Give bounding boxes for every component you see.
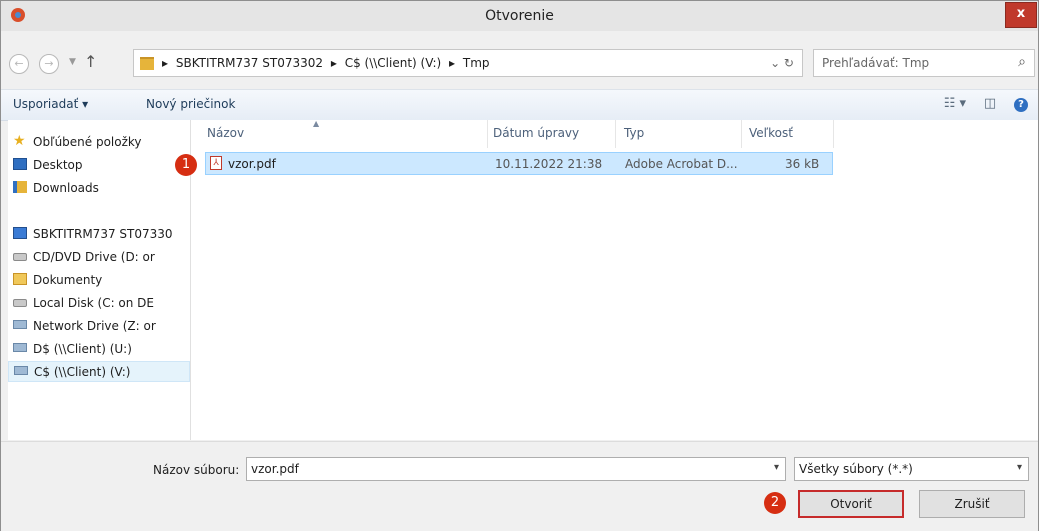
preview-pane-icon[interactable]: ◫ [984, 96, 996, 111]
breadcrumb-separator: ▸ [449, 56, 456, 70]
open-file-dialog: Otvorenie x ← → ▼ ↑ ▸ SBKTITRM737 ST0733… [0, 0, 1039, 531]
chevron-down-icon[interactable]: ▾ [774, 462, 779, 473]
sidebar-item-network-drive-z[interactable]: Network Drive (Z: or [8, 316, 190, 337]
sidebar-item-cd-drive[interactable]: CD/DVD Drive (D: or [8, 247, 190, 268]
breadcrumb-separator: ▸ [330, 56, 337, 70]
file-row[interactable]: ⅄ vzor.pdf 10.11.2022 21:38 Adobe Acroba… [205, 152, 833, 175]
chevron-down-icon[interactable]: ▾ [1017, 462, 1022, 473]
filename-input[interactable]: vzor.pdf ▾ [246, 457, 786, 481]
column-divider[interactable] [833, 120, 834, 148]
sidebar-item-label: Dokumenty [33, 273, 103, 287]
navigation-bar: ← → ▼ ↑ ▸ SBKTITRM737 ST073302 ▸ C$ (\\C… [1, 43, 1038, 89]
file-name-panel: Názov súboru: vzor.pdf ▾ Všetky súbory (… [1, 441, 1038, 531]
column-type[interactable]: Typ [624, 126, 644, 140]
breadcrumb-drive[interactable]: C$ (\\Client) (V:) [345, 56, 441, 70]
window-title: Otvorenie [485, 8, 554, 24]
sidebar-item-downloads[interactable]: Downloads [8, 178, 190, 199]
close-button[interactable]: x [1005, 2, 1037, 28]
breadcrumb-folder[interactable]: Tmp [463, 56, 490, 70]
forward-button[interactable]: → [39, 54, 59, 74]
sidebar-item-local-disk[interactable]: Local Disk (C: on DE [8, 293, 190, 314]
sidebar-item-label: Desktop [33, 158, 83, 172]
filename-value: vzor.pdf [251, 462, 299, 476]
command-toolbar: Usporiadať ▾ Nový priečinok ☷ ▾ ◫ ? [1, 89, 1038, 121]
back-button[interactable]: ← [9, 54, 29, 74]
column-modified[interactable]: Dátum úpravy [493, 126, 579, 140]
view-controls: ☷ ▾ ◫ ? [930, 96, 1028, 112]
sidebar-item-label: Downloads [33, 181, 99, 195]
title-bar: Otvorenie x [1, 1, 1038, 31]
up-arrow-button[interactable]: ↑ [84, 52, 97, 71]
sidebar-item-label: Local Disk (C: on DE [33, 296, 155, 310]
file-size: 36 kB [785, 157, 820, 171]
network-drive-icon [13, 320, 27, 329]
organize-button[interactable]: Usporiadať ▾ [13, 97, 88, 111]
address-bar[interactable]: ▸ SBKTITRM737 ST073302 ▸ C$ (\\Client) (… [133, 49, 803, 77]
cancel-button[interactable]: Zrušiť [919, 490, 1025, 518]
pdf-icon: ⅄ [210, 156, 222, 170]
navigation-pane: ★ Obľúbené položky Desktop Downloads SBK… [8, 120, 191, 440]
star-icon: ★ [13, 133, 26, 149]
column-divider[interactable] [615, 120, 616, 148]
computer-icon [13, 227, 27, 239]
sidebar-item-label: CD/DVD Drive (D: or [33, 250, 155, 264]
refresh-icon[interactable]: ⌄ ↻ [770, 56, 794, 70]
breadcrumb-separator: ▸ [162, 56, 169, 70]
network-drive-icon [14, 366, 28, 375]
open-button[interactable]: Otvoriť [798, 490, 904, 518]
sidebar-item-client-v[interactable]: C$ (\\Client) (V:) [8, 361, 190, 382]
file-list: Názov ▲ Dátum úpravy Typ Veľkosť ⅄ vzor.… [191, 119, 1038, 440]
column-name[interactable]: Názov [207, 126, 244, 140]
sidebar-item-computer[interactable]: SBKTITRM737 ST07330 [8, 224, 190, 245]
column-divider[interactable] [487, 120, 488, 148]
new-folder-button[interactable]: Nový priečinok [146, 97, 235, 111]
desktop-icon [13, 158, 27, 170]
step-marker-2: 2 [764, 492, 786, 514]
sidebar-item-favorites[interactable]: ★ Obľúbené položky [8, 132, 190, 153]
file-type-value: Všetky súbory (*.*) [799, 462, 913, 476]
sidebar-item-label: C$ (\\Client) (V:) [34, 365, 131, 379]
column-size[interactable]: Veľkosť [749, 126, 793, 140]
sidebar-item-label: D$ (\\Client) (U:) [33, 342, 132, 356]
sidebar-item-label: Network Drive (Z: or [33, 319, 156, 333]
file-name: vzor.pdf [228, 157, 276, 171]
folder-icon [140, 57, 154, 70]
sidebar-item-client-u[interactable]: D$ (\\Client) (U:) [8, 339, 190, 360]
cd-drive-icon [13, 253, 27, 261]
search-icon[interactable]: ⌕ [1018, 54, 1026, 70]
search-input[interactable]: Prehľadávať: Tmp ⌕ [813, 49, 1035, 77]
network-drive-icon [13, 343, 27, 352]
history-dropdown-icon[interactable]: ▼ [69, 57, 76, 67]
step-marker-1: 1 [175, 154, 197, 176]
downloads-icon [13, 181, 27, 193]
sort-ascending-icon: ▲ [313, 119, 320, 128]
sidebar-item-label: SBKTITRM737 ST07330 [33, 227, 173, 241]
disk-icon [13, 299, 27, 307]
help-icon[interactable]: ? [1014, 98, 1028, 112]
file-type: Adobe Acrobat D... [625, 157, 738, 171]
filename-label: Názov súboru: [153, 463, 240, 477]
file-modified: 10.11.2022 21:38 [495, 157, 603, 171]
sidebar-item-label: Obľúbené položky [33, 135, 142, 149]
sidebar-item-documents[interactable]: Dokumenty [8, 270, 190, 291]
folder-icon [13, 273, 27, 285]
breadcrumb-computer[interactable]: SBKTITRM737 ST073302 [176, 56, 323, 70]
breadcrumb: ▸ SBKTITRM737 ST073302 ▸ C$ (\\Client) (… [162, 56, 494, 70]
column-divider[interactable] [741, 120, 742, 148]
file-type-select[interactable]: Všetky súbory (*.*) ▾ [794, 457, 1029, 481]
view-options-icon[interactable]: ☷ ▾ [944, 96, 966, 111]
sidebar-item-desktop[interactable]: Desktop [8, 155, 190, 176]
search-placeholder: Prehľadávať: Tmp [822, 56, 930, 70]
